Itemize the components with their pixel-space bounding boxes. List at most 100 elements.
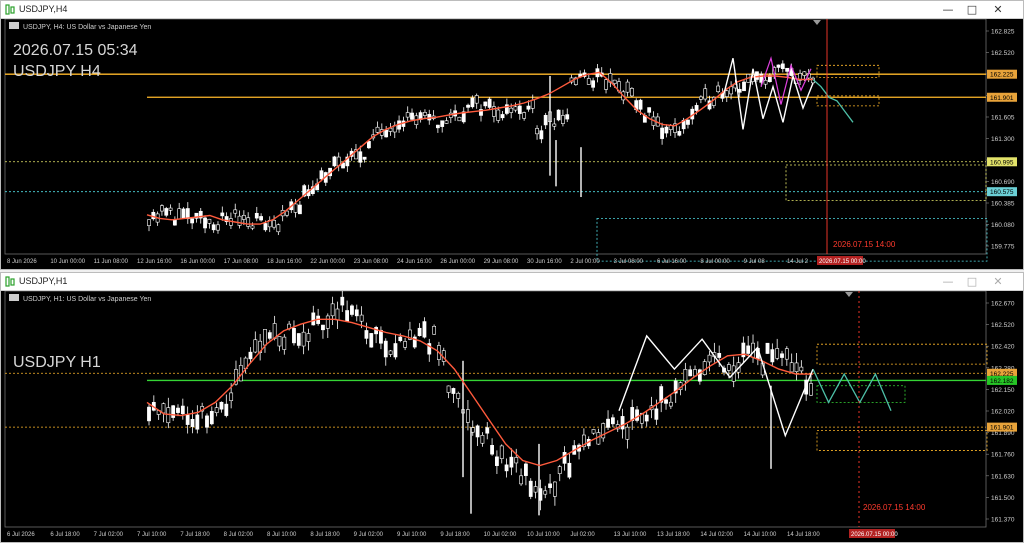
candle-body (209, 411, 214, 425)
close-button[interactable]: ✕ (987, 274, 1009, 290)
x-tick-label: 13 Jul 10:00 (614, 532, 647, 538)
x-tick-label: 26 Jun 00:00 (440, 259, 475, 265)
candle-body (306, 333, 311, 342)
candle-body (171, 405, 176, 418)
candle-body (207, 218, 212, 224)
candle-body (775, 348, 780, 359)
candle-body (340, 296, 345, 306)
candle-body (254, 212, 259, 219)
price-label: 162.225 (990, 72, 1014, 79)
vertical-line-label: 2026.07.15 14:00 (863, 503, 926, 512)
candle-body (565, 114, 570, 120)
close-button[interactable]: ✕ (987, 2, 1009, 18)
candle-body (405, 112, 410, 118)
minimize-button[interactable]: — (937, 274, 959, 290)
candle-body (276, 224, 281, 233)
candle-body (683, 369, 688, 382)
x-tick-label: 3 Jul 08:00 (614, 259, 644, 265)
y-tick-label: 159.775 (991, 244, 1015, 251)
price-label: 161.901 (990, 95, 1014, 102)
chart-window-icon (5, 4, 15, 15)
x-highlight-label: 2026.07.15 00:00 (819, 259, 866, 265)
symbol-label: USDJPY H1 (13, 354, 101, 371)
candle-body (610, 417, 615, 425)
timestamp-label: 2026.07.15 05:34 (13, 42, 138, 59)
candle-body (233, 209, 238, 214)
candle-body (809, 383, 813, 396)
candle-body (625, 81, 630, 93)
candle-body (789, 362, 794, 373)
candle-body (726, 364, 731, 371)
x-tick-label: 6 Jul 2026 (7, 532, 35, 538)
price-chart-h1[interactable]: USDJPY, H1: US Dollar vs Japanese Yen 202… (1, 291, 1023, 542)
x-tick-label: 10 Jul 02:00 (484, 532, 517, 538)
candle-body (422, 321, 427, 338)
window-titlebar[interactable]: USDJPY,H1 — □ ✕ (1, 273, 1023, 291)
candle-body (250, 225, 255, 229)
candle-body (388, 350, 393, 355)
candle-body (770, 349, 775, 363)
candle-body (737, 88, 742, 93)
candle-body (509, 107, 514, 113)
x-tick-label: 10 Jul 10:00 (527, 532, 560, 538)
x-tick-label: 9 Jul 18:00 (440, 532, 470, 538)
y-tick-label: 160.385 (991, 201, 1015, 208)
candle-body (698, 96, 703, 100)
candle-body (301, 331, 306, 347)
candle-body (606, 418, 610, 428)
candle-body (561, 115, 565, 124)
candle-body (321, 324, 325, 331)
candle-body (535, 128, 539, 135)
candle-body (487, 98, 492, 108)
chart-window-h4[interactable]: USDJPY,H4 — □ ✕ USDJPY, H4: US Dollar vs… (0, 0, 1024, 270)
maximize-button[interactable]: □ (961, 2, 983, 18)
x-tick-label: 10 Jun 00:00 (50, 259, 85, 265)
candle-body (190, 218, 195, 224)
x-tick-label: 7 Jul 18:00 (180, 532, 210, 538)
candle-body (383, 340, 388, 358)
candle-body (358, 151, 363, 163)
chart-window-icon (5, 276, 15, 287)
maximize-button[interactable]: □ (961, 274, 983, 290)
x-tick-label: 7 Jul 02:00 (94, 532, 124, 538)
flag-icon (9, 22, 19, 29)
candle-body (177, 208, 182, 220)
candle-body (794, 362, 799, 373)
candle-body (504, 464, 509, 472)
candle-body (277, 336, 282, 347)
candle-body (259, 216, 264, 221)
candle-body (457, 116, 462, 122)
x-tick-label: 17 Jun 08:00 (224, 259, 259, 265)
candle-body (319, 170, 324, 180)
x-tick-label: 6 Jul 16:00 (657, 259, 687, 265)
y-tick-label: 162.020 (991, 409, 1015, 416)
minimize-button[interactable]: — (937, 2, 959, 18)
x-tick-label: 18 Jun 16:00 (267, 259, 302, 265)
x-tick-label: 9 Jul 10:00 (397, 532, 427, 538)
y-tick-label: 162.520 (991, 322, 1015, 329)
candle-body (241, 215, 246, 220)
candle-body (612, 79, 617, 84)
price-chart-h4[interactable]: USDJPY, H4: US Dollar vs Japanese Yen 202… (1, 19, 1023, 269)
price-label: 160.575 (990, 189, 1014, 196)
y-tick-label: 161.630 (991, 473, 1015, 480)
candle-body (604, 79, 608, 90)
candle-body (190, 418, 195, 427)
candle-body (267, 332, 272, 339)
x-tick-label: 6 Jul 18:00 (50, 532, 80, 538)
candle-body (229, 392, 234, 401)
candle-body (253, 339, 258, 353)
x-tick-label: 9 Jul 08 (744, 259, 766, 265)
candle-body (176, 407, 180, 413)
chart-window-h1[interactable]: USDJPY,H1 — □ ✕ USDJPY, H1: US Dollar vs… (0, 272, 1024, 543)
x-tick-label: 8 Jul 00:00 (700, 259, 730, 265)
x-tick-label: 16 Jun 00:00 (180, 259, 215, 265)
candle-body (423, 112, 427, 116)
y-tick-label: 162.825 (991, 29, 1015, 36)
candle-body (638, 99, 643, 110)
x-tick-label: 11 Jun 08:00 (94, 259, 129, 265)
window-titlebar[interactable]: USDJPY,H4 — □ ✕ (1, 1, 1023, 19)
candle-body (332, 156, 337, 167)
candle-body (379, 329, 383, 344)
candle-body (246, 217, 251, 227)
